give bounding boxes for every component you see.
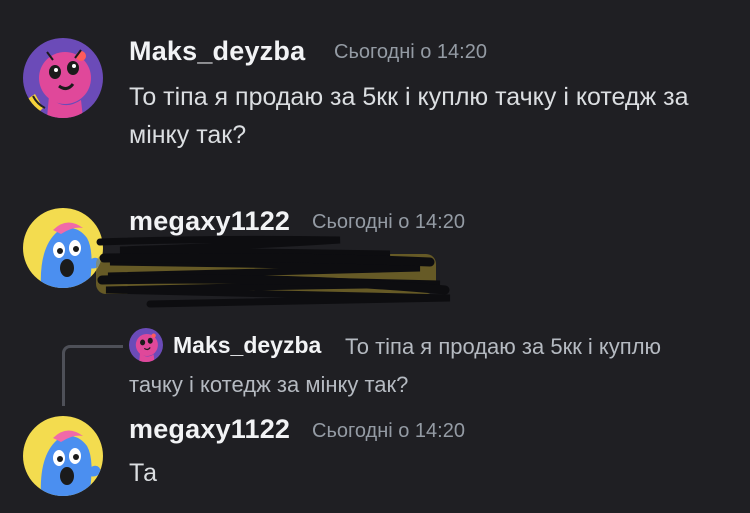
username[interactable]: megaxy1122: [129, 414, 290, 445]
redacted-message-scribble: [90, 228, 460, 308]
username[interactable]: Maks_deyzba: [129, 36, 305, 67]
message-3: Maks_deyzba То тіпа я продаю за 5кк і ку…: [0, 320, 750, 513]
reply-preview-text[interactable]: То тіпа я продаю за 5кк і куплю тачку і …: [129, 328, 689, 404]
message-1: Maks_deyzba Сьогодні о 14:20 То тіпа я п…: [0, 0, 750, 180]
reply-connector-line: [62, 345, 123, 406]
message-text: Та: [129, 459, 158, 487]
message-2: megaxy1122 Сьогодні о 14:20: [0, 190, 750, 310]
message-text: То тіпа я продаю за 5кк і куплю тачку і …: [129, 83, 689, 149]
avatar-megaxy-icon[interactable]: [23, 416, 103, 496]
avatar-maks-icon[interactable]: [23, 38, 103, 118]
timestamp: Сьогодні о 14:20: [334, 41, 487, 63]
timestamp: Сьогодні о 14:20: [312, 420, 465, 442]
